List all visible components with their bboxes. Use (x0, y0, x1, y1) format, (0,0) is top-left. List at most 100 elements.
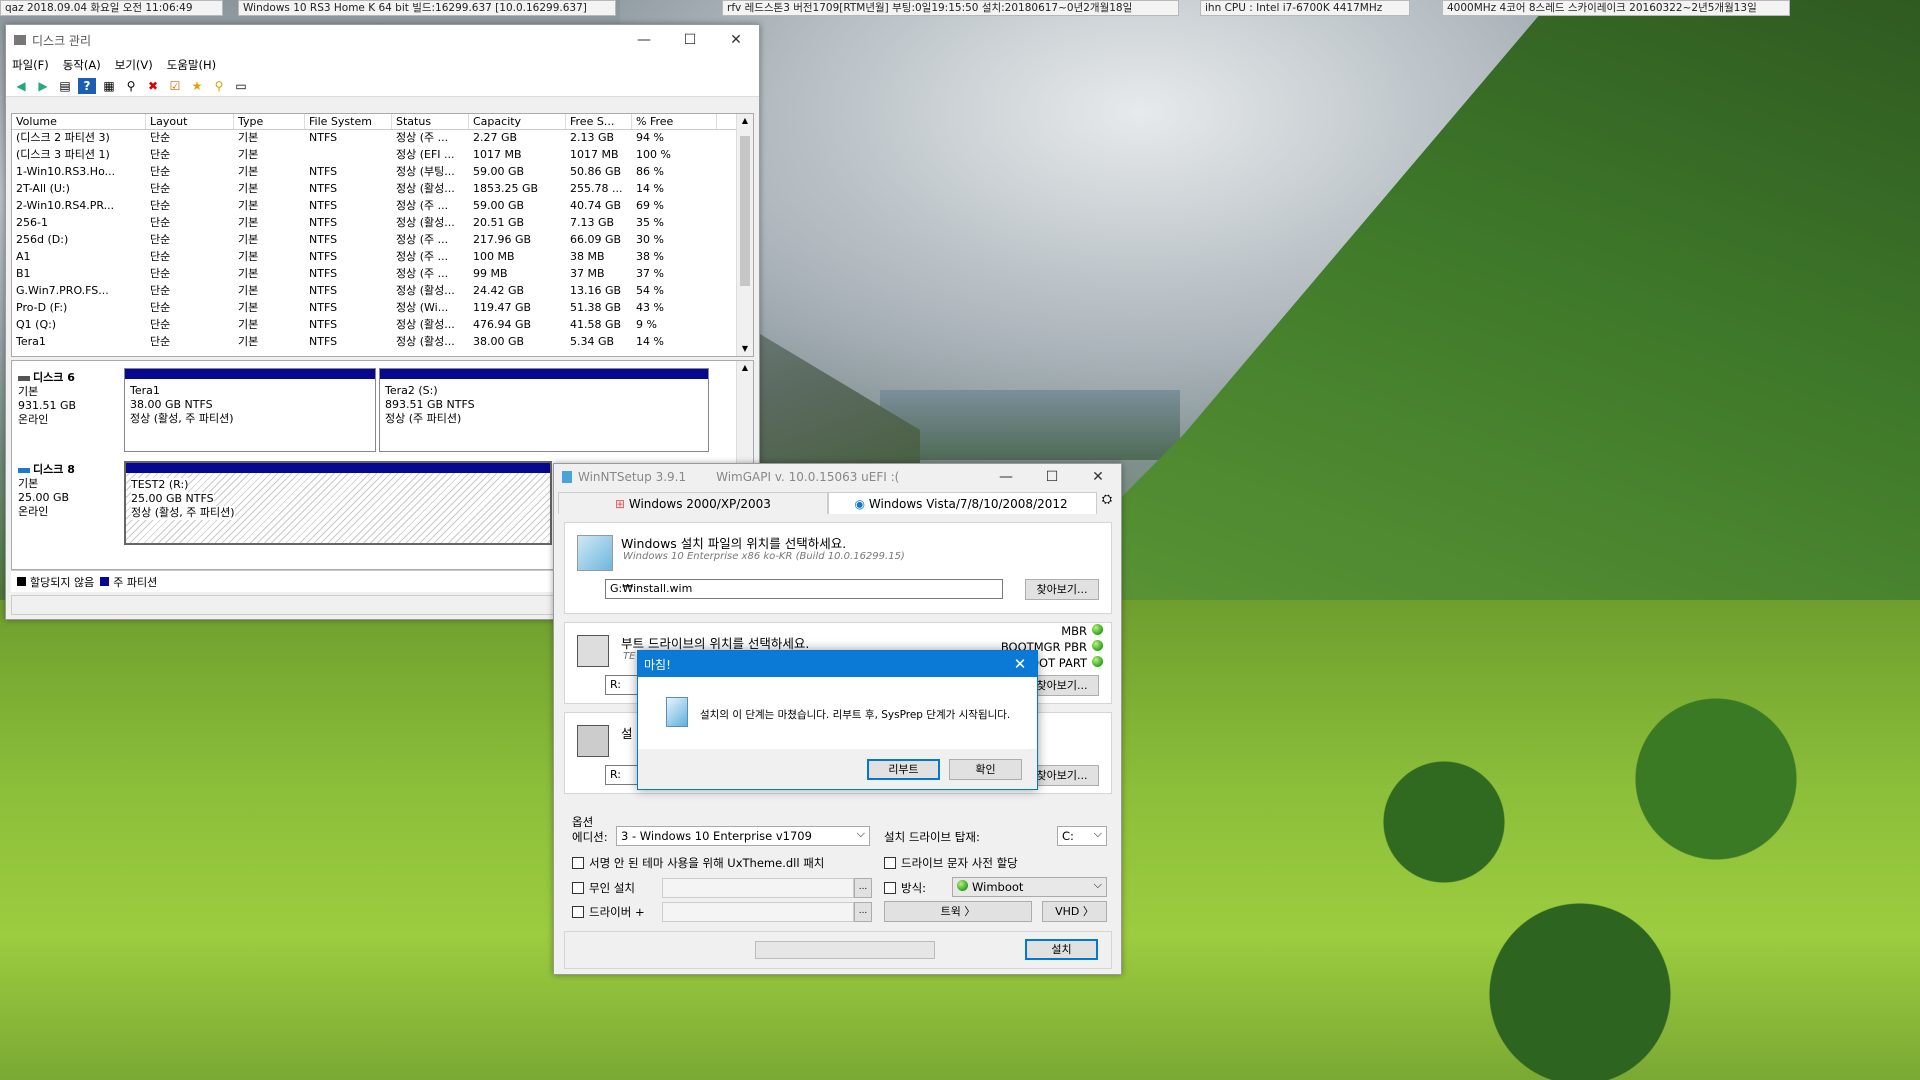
table-row[interactable]: 2T-All (U:) 단순 기본 NTFS 정상 (활성... 1853.25 GB 25… (12, 181, 753, 198)
table-row[interactable]: G.Win7.PRO.FS... 단순 기본 NTFS 정상 (활성... 24.42 G… (12, 283, 753, 300)
cell-type: 기본 (238, 216, 259, 229)
disk8-partition-test2[interactable]: TEST2 (R:) 25.00 GB NTFS 정상 (활성, 주 파티션) (124, 461, 552, 545)
col-type[interactable]: Type (234, 114, 305, 129)
cell-pct-free: 37 % (636, 267, 664, 280)
table-row[interactable]: (디스크 3 파티션 1) 단순 기본 정상 (EFI ... 1017 MB 1017 … (12, 147, 753, 164)
table-row[interactable]: Pro-D (F:) 단순 기본 NTFS 정상 (Wi... 119.47 GB 51.3… (12, 300, 753, 317)
cell-layout: 단순 (150, 267, 171, 280)
unattend-browse-button[interactable]: ... (854, 878, 872, 898)
disk6-name: 디스크 6 (33, 371, 75, 384)
mount-drive-select[interactable]: C: (1057, 825, 1107, 846)
dialog-titlebar[interactable]: 마침! ✕ (638, 651, 1037, 677)
disk6-info[interactable]: 디스크 6 기본 931.51 GB 온라인 (18, 371, 121, 427)
table-row[interactable]: 2-Win10.RS4.PR... 단순 기본 NTFS 정상 (주 ... 59.00 … (12, 198, 753, 215)
col-status[interactable]: Status (392, 114, 469, 129)
mbr-label: MBR (1061, 624, 1087, 638)
unattend-checkbox[interactable]: 무인 설치 (572, 880, 635, 896)
table-row[interactable]: A1 단순 기본 NTFS 정상 (주 ... 100 MB 38 MB 38 % (12, 249, 753, 266)
cell-volume: 256-1 (16, 216, 48, 229)
volume-list-scrollbar[interactable]: ▲ ▼ (736, 114, 753, 356)
cell-free: 40.74 GB (570, 199, 622, 212)
mode-checkbox[interactable]: 방식: (884, 880, 926, 896)
uxtheme-checkbox[interactable]: 서명 안 된 테마 사용을 위해 UxTheme.dll 패치 (572, 855, 824, 871)
edition-select[interactable]: 3 - Windows 10 Enterprise v1709 (616, 825, 870, 846)
forward-icon[interactable]: ▶ (34, 78, 52, 94)
winntsetup-titlebar[interactable]: WinNTSetup 3.9.1 WimGAPI v. 10.0.15063 u… (554, 464, 1121, 490)
cell-layout: 단순 (150, 199, 171, 212)
col-pct-free[interactable]: % Free (632, 114, 717, 129)
cell-pct-free: 86 % (636, 165, 664, 178)
scrollbar-thumb[interactable] (740, 136, 750, 286)
delete-icon[interactable]: ✖ (144, 78, 162, 94)
disk8-state: 온라인 (18, 505, 49, 518)
source-path-input[interactable]: G:₩install.wim (605, 579, 1003, 599)
col-capacity[interactable]: Capacity (469, 114, 566, 129)
install-button[interactable]: 설치 (1025, 939, 1098, 960)
menu-view[interactable]: 보기(V) (115, 57, 153, 73)
search-icon[interactable]: ⚲ (210, 78, 228, 94)
vhd-button[interactable]: VHD 〉 (1042, 901, 1107, 922)
reboot-button[interactable]: 리부트 (867, 759, 940, 780)
menu-file[interactable]: 파일(F) (12, 57, 49, 73)
cell-free: 41.58 GB (570, 318, 622, 331)
cell-volume: 1-Win10.RS3.Ho... (16, 165, 116, 178)
disk-management-titlebar[interactable]: 디스크 관리 — ☐ ✕ (6, 25, 759, 55)
menu-help[interactable]: 도움말(H) (167, 57, 216, 73)
disk8-info[interactable]: 디스크 8 기본 25.00 GB 온라인 (18, 463, 121, 519)
minimize-icon[interactable]: — (983, 469, 1029, 485)
table-row[interactable]: 256d (D:) 단순 기본 NTFS 정상 (주 ... 217.96 GB 66.09… (12, 232, 753, 249)
maximize-icon[interactable]: ☐ (1029, 469, 1075, 485)
table-row[interactable]: Q1 (Q:) 단순 기본 NTFS 정상 (활성... 476.94 GB 41.58 G… (12, 317, 753, 334)
driver-path-input[interactable] (662, 902, 854, 922)
disk6-partition-tera1[interactable]: Tera1 38.00 GB NTFS 정상 (활성, 주 파티션) (124, 368, 376, 452)
col-filesystem[interactable]: File System (305, 114, 392, 129)
unattend-path-input[interactable] (662, 878, 854, 898)
tweaks-button[interactable]: 트윅 〉 (884, 901, 1032, 922)
table-row[interactable]: Tera1 단순 기본 NTFS 정상 (활성... 38.00 GB 5.34 GB 14 … (12, 334, 753, 351)
mode-select[interactable]: Wimboot (952, 876, 1107, 897)
letter-checkbox[interactable]: 드라이브 문자 사전 할당 (884, 855, 1018, 871)
table-row[interactable]: (디스크 2 파티션 3) 단순 기본 NTFS 정상 (주 ... 2.27 GB 2.1… (12, 130, 753, 147)
maximize-icon[interactable]: ☐ (667, 32, 713, 48)
settings-icon[interactable]: ⛭ (1097, 492, 1117, 514)
cell-filesystem: NTFS (309, 199, 338, 212)
col-layout[interactable]: Layout (146, 114, 234, 129)
cell-capacity: 1017 MB (473, 148, 522, 161)
table-row[interactable]: B1 단순 기본 NTFS 정상 (주 ... 99 MB 37 MB 37 % (12, 266, 753, 283)
help-icon[interactable]: ? (78, 77, 96, 94)
check-icon[interactable]: ☑ (166, 78, 184, 94)
driver-checkbox[interactable]: 드라이버 + (572, 904, 645, 920)
back-icon[interactable]: ◀ (12, 78, 30, 94)
driver-browse-button[interactable]: ... (854, 902, 872, 922)
cell-volume: G.Win7.PRO.FS... (16, 284, 109, 297)
ok-button[interactable]: 확인 (949, 759, 1022, 780)
driver-label: 드라이버 + (589, 905, 645, 919)
disk6-partition-tera2[interactable]: Tera2 (S:) 893.51 GB NTFS 정상 (주 파티션) (379, 368, 709, 452)
cell-volume: (디스크 3 파티션 1) (16, 148, 110, 161)
menu-action[interactable]: 동작(A) (63, 57, 101, 73)
minimize-icon[interactable]: — (621, 32, 667, 48)
close-icon[interactable]: ✕ (1003, 655, 1037, 673)
cell-volume: 2-Win10.RS4.PR... (16, 199, 115, 212)
cell-status: 정상 (활성... (396, 182, 455, 195)
toolbar: ◀ ▶ ▤ ? ▦ ⚲ ✖ ☑ ★ ⚲ ▭ (6, 75, 759, 97)
connect-icon[interactable]: ⚲ (122, 78, 140, 94)
close-icon[interactable]: ✕ (1075, 469, 1121, 485)
table-row[interactable]: 256-1 단순 기본 NTFS 정상 (활성... 20.51 GB 7.13 GB 35 … (12, 215, 753, 232)
table-row[interactable]: 1-Win10.RS3.Ho... 단순 기본 NTFS 정상 (부팅... 59.00 … (12, 164, 753, 181)
close-icon[interactable]: ✕ (713, 32, 759, 48)
properties-icon[interactable]: ▭ (232, 78, 250, 94)
console-icon[interactable]: ▤ (56, 78, 74, 94)
cell-layout: 단순 (150, 216, 171, 229)
col-volume[interactable]: Volume (12, 114, 146, 129)
clock-readout: qaz 2018.09.04 화요일 오전 11:06:49 (0, 0, 223, 16)
new-icon[interactable]: ★ (188, 78, 206, 94)
cell-pct-free: 54 % (636, 284, 664, 297)
list-icon[interactable]: ▦ (100, 78, 118, 94)
col-free[interactable]: Free S... (566, 114, 632, 129)
cell-type: 기본 (238, 284, 259, 297)
tab-xp[interactable]: ⊞ Windows 2000/XP/2003 (558, 492, 828, 514)
tab-vista[interactable]: ◉ Windows Vista/7/8/10/2008/2012 (827, 492, 1098, 514)
source-browse-button[interactable]: 찾아보기... (1025, 579, 1099, 600)
cell-volume: Tera1 (16, 335, 46, 348)
